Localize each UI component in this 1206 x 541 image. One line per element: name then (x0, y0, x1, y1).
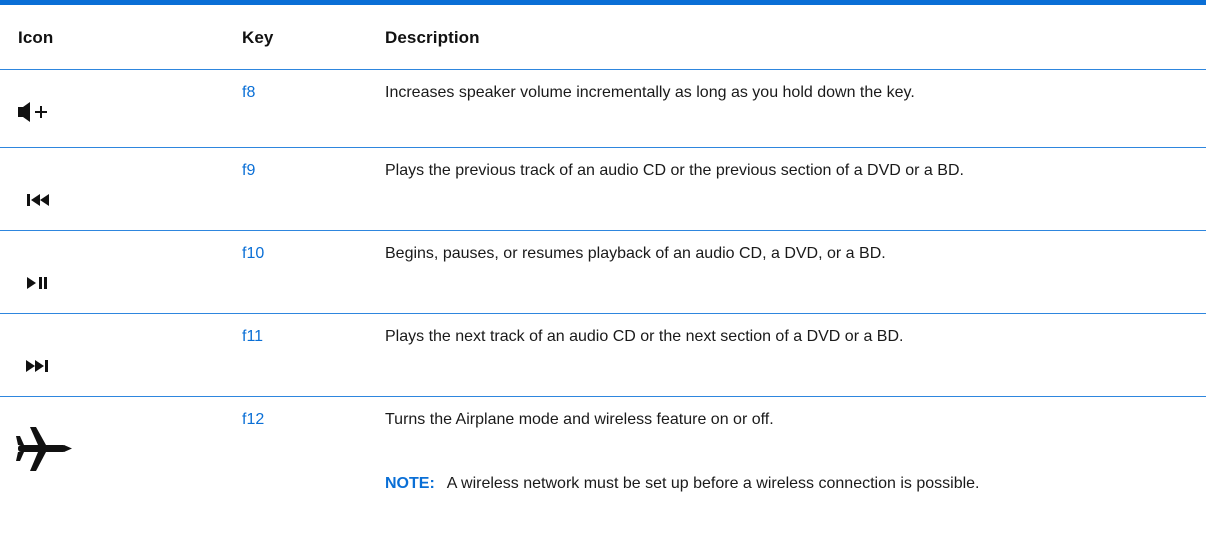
description-f12: Turns the Airplane mode and wireless fea… (385, 411, 774, 428)
play-pause-icon (14, 263, 104, 303)
key-f10[interactable]: f10 (242, 245, 264, 263)
key-f12[interactable]: f12 (242, 411, 264, 429)
note-text: A wireless network must be set up before… (446, 475, 980, 492)
table-row: f8 Increases speaker volume incrementall… (0, 70, 1206, 148)
key-f11[interactable]: f11 (242, 328, 263, 346)
table-row: f9 Plays the previous track of an audio … (0, 148, 1206, 231)
previous-track-icon (14, 180, 104, 220)
description-f9: Plays the previous track of an audio CD … (385, 162, 964, 179)
key-f9[interactable]: f9 (242, 162, 255, 180)
volume-up-icon (14, 92, 104, 132)
description-f11: Plays the next track of an audio CD or t… (385, 328, 904, 345)
note-label: NOTE: (385, 475, 435, 492)
header-key: Key (242, 28, 274, 47)
table-row: f10 Begins, pauses, or resumes playback … (0, 231, 1206, 314)
next-track-icon (14, 346, 104, 386)
note: NOTE: A wireless network must be set up b… (385, 475, 979, 493)
description-f10: Begins, pauses, or resumes playback of a… (385, 245, 886, 262)
header-description: Description (385, 28, 480, 47)
table-row: f12 Turns the Airplane mode and wireless… (0, 397, 1206, 541)
table-row: f11 Plays the next track of an audio CD … (0, 314, 1206, 397)
key-f8[interactable]: f8 (242, 84, 255, 102)
table-header: Icon Key Description (0, 5, 1206, 70)
description-f8: Increases speaker volume incrementally a… (385, 84, 915, 101)
header-icon: Icon (18, 28, 54, 47)
airplane-icon (14, 425, 104, 473)
